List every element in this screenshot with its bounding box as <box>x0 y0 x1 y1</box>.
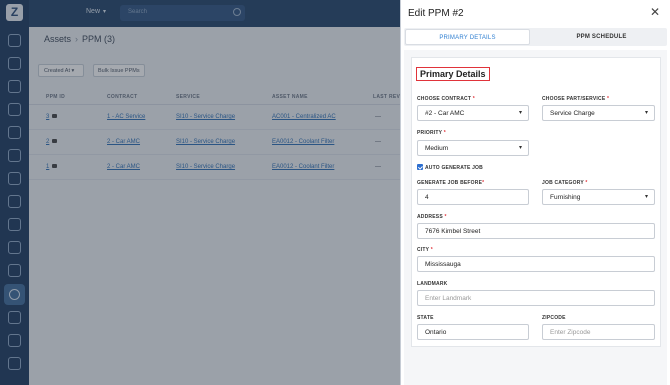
primary-details-card: Primary Details CHOOSE CONTRACT * #2 - C… <box>411 57 661 347</box>
landmark-label: LANDMARK <box>417 281 448 287</box>
city-input[interactable]: Mississauga <box>417 256 655 272</box>
part-service-value: Service Charge <box>550 110 595 117</box>
drawer-title: Edit PPM #2 <box>408 8 464 19</box>
modal-backdrop[interactable] <box>0 0 400 385</box>
generate-before-input[interactable]: 4 <box>417 189 529 205</box>
edit-ppm-drawer: Edit PPM #2 ✕ PRIMARY DETAILS PPM SCHEDU… <box>400 0 670 385</box>
priority-label: PRIORITY * <box>417 130 446 136</box>
section-title: Primary Details <box>416 67 490 81</box>
contract-value: #2 - Car AMC <box>425 110 465 117</box>
chevron-down-icon: ▾ <box>518 145 522 151</box>
priority-select[interactable]: Medium ▾ <box>417 140 529 156</box>
address-input[interactable]: 7676 Kimbel Street <box>417 223 655 239</box>
part-service-select[interactable]: Service Charge ▾ <box>542 105 655 121</box>
contract-label: CHOOSE CONTRACT * <box>417 96 475 102</box>
job-category-label: JOB CATEGORY * <box>542 180 588 186</box>
tab-primary-details[interactable]: PRIMARY DETAILS <box>405 29 530 45</box>
drawer-tabs: PRIMARY DETAILS PPM SCHEDULE <box>404 28 667 46</box>
auto-generate-label: AUTO GENERATE JOB <box>425 165 483 171</box>
part-service-label: CHOOSE PART/SERVICE * <box>542 96 610 102</box>
generate-before-label: GENERATE JOB BEFORE* <box>417 180 485 186</box>
chevron-down-icon: ▾ <box>644 110 648 116</box>
tab-panel: Primary Details CHOOSE CONTRACT * #2 - C… <box>404 50 667 385</box>
job-category-value: Furnishing <box>550 194 581 201</box>
auto-generate-checkbox[interactable] <box>417 164 423 170</box>
chevron-down-icon: ▾ <box>644 194 648 200</box>
city-label: CITY * <box>417 247 433 253</box>
job-category-select[interactable]: Furnishing ▾ <box>542 189 655 205</box>
priority-value: Medium <box>425 145 449 152</box>
contract-select[interactable]: #2 - Car AMC ▾ <box>417 105 529 121</box>
state-input[interactable]: Ontario <box>417 324 529 340</box>
state-label: STATE <box>417 315 434 321</box>
close-icon[interactable]: ✕ <box>650 6 660 18</box>
chevron-down-icon: ▾ <box>518 110 522 116</box>
tab-ppm-schedule[interactable]: PPM SCHEDULE <box>536 28 667 46</box>
zipcode-label: ZIPCODE <box>542 315 566 321</box>
address-label: ADDRESS * <box>417 214 447 220</box>
zipcode-input[interactable]: Enter Zipcode <box>542 324 655 340</box>
landmark-input[interactable]: Enter Landmark <box>417 290 655 306</box>
